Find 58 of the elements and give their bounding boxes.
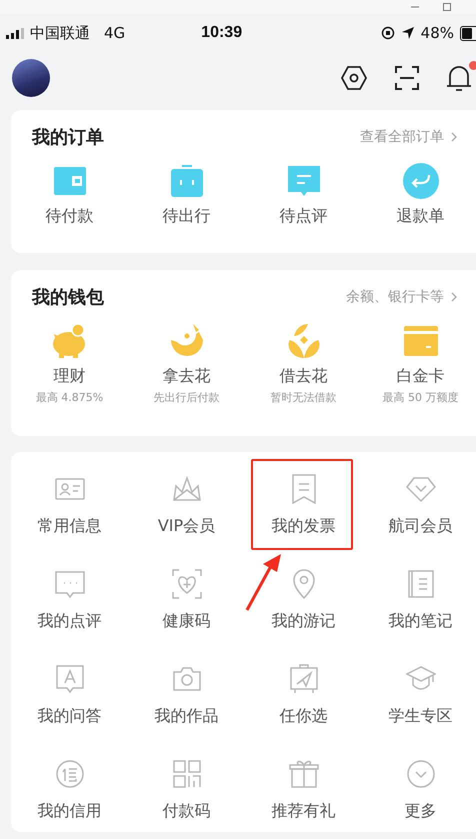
service-label[interactable]: 我的发票 — [272, 516, 336, 537]
service-label[interactable]: 更多 — [404, 801, 436, 822]
service-label[interactable]: 我的问答 — [38, 706, 102, 727]
service-label[interactable]: 我的游记 — [272, 611, 336, 632]
order-label[interactable]: 待出行 — [162, 206, 210, 227]
maximize-icon[interactable] — [442, 2, 452, 12]
service-label[interactable]: 付款码 — [162, 801, 210, 822]
order-label[interactable]: 待点评 — [280, 206, 328, 227]
wallet-item-label[interactable]: 拿去花 — [162, 366, 210, 387]
service-label[interactable]: 我的点评 — [38, 611, 102, 632]
notebook-icon[interactable] — [406, 569, 436, 599]
luggage-plane-icon[interactable] — [288, 664, 318, 694]
order-label[interactable]: 待付款 — [46, 206, 94, 227]
bell-icon[interactable] — [446, 64, 472, 92]
signal-icon — [6, 28, 24, 38]
crown-icon[interactable] — [172, 474, 202, 504]
wallet-item-label[interactable]: 白金卡 — [396, 366, 444, 387]
service-label[interactable]: 推荐有礼 — [272, 801, 336, 822]
smile-arc-icon[interactable] — [168, 323, 204, 359]
heart-plus-icon[interactable] — [172, 569, 202, 599]
wallet-item-label[interactable]: 理财 — [54, 366, 86, 387]
settings-icon[interactable] — [340, 64, 368, 92]
service-label[interactable]: 我的笔记 — [388, 611, 452, 632]
lock-rotation-icon — [380, 26, 395, 40]
service-label[interactable]: VIP会员 — [158, 516, 216, 537]
wallet-item-note: 最高 50 万额度 — [382, 390, 458, 405]
carrier-name: 中国联通 — [30, 24, 90, 42]
service-label[interactable]: 我的信用 — [38, 801, 102, 822]
service-label[interactable]: 任你选 — [280, 706, 328, 727]
wallet-item-note: 最高 4.875% — [36, 390, 104, 405]
battery-percent: 48% — [420, 24, 454, 42]
chevron-right-icon[interactable] — [450, 291, 458, 303]
service-label[interactable]: 我的作品 — [154, 706, 218, 727]
scan-icon[interactable] — [394, 65, 420, 91]
section-title: 我的订单 — [32, 126, 104, 149]
chat-icon[interactable] — [54, 569, 84, 599]
chevron-right-icon[interactable] — [450, 131, 458, 143]
leaf-coin-icon[interactable] — [286, 323, 322, 359]
letter-bubble-icon[interactable] — [54, 664, 84, 694]
wallet-item-note: 暂时无法借款 — [270, 390, 336, 405]
more-icon[interactable] — [406, 759, 436, 789]
wallet-item-note: 先出行后付款 — [154, 390, 220, 405]
section-title: 我的钱包 — [32, 286, 104, 309]
status-time: 10:39 — [201, 24, 242, 42]
service-label[interactable]: 健康码 — [162, 611, 210, 632]
service-label[interactable]: 常用信息 — [38, 516, 102, 537]
order-label[interactable]: 退款单 — [396, 206, 444, 227]
wallet-item-label[interactable]: 借去花 — [280, 366, 328, 387]
network-type: 4G — [104, 24, 126, 42]
bank-card-icon[interactable] — [404, 323, 438, 359]
gift-icon[interactable] — [288, 759, 318, 789]
service-label[interactable]: 航司会员 — [388, 516, 452, 537]
avatar[interactable] — [12, 59, 50, 97]
location-arrow-icon — [400, 26, 415, 40]
suitcase-icon[interactable] — [170, 163, 202, 199]
credit-circle-icon[interactable] — [54, 759, 84, 789]
service-label[interactable]: 学生专区 — [388, 706, 452, 727]
qr-code-icon[interactable] — [172, 759, 202, 789]
